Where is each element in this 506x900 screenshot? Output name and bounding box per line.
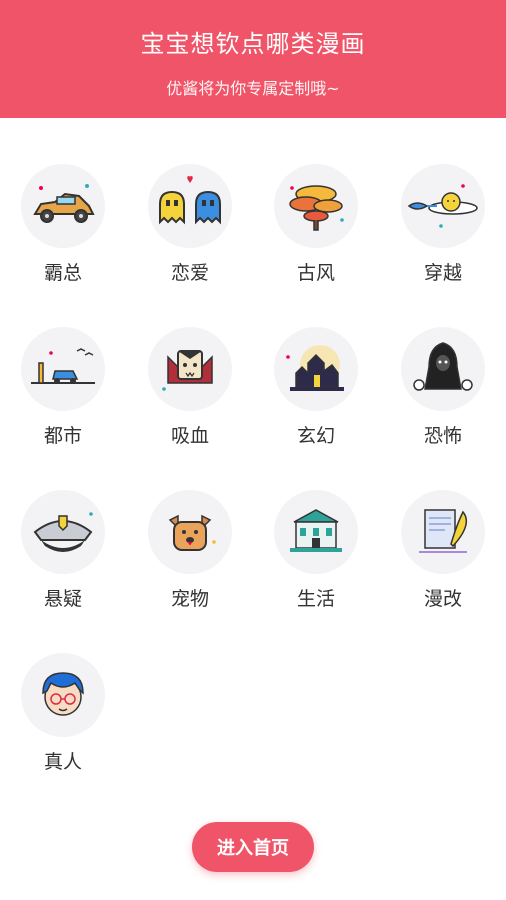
category-xuanyi[interactable]: 悬疑 [13,490,113,611]
haunted-castle-icon [274,327,358,411]
category-label: 悬疑 [43,588,82,610]
sports-car-icon [21,164,105,248]
city-car-icon [21,327,105,411]
category-mangai[interactable]: 漫改 [393,490,493,611]
police-cap-icon [21,490,105,574]
category-xuanhuan[interactable]: 玄幻 [266,327,366,448]
grim-reaper-icon [401,327,485,411]
category-label: 穿越 [423,262,462,284]
category-label: 古风 [296,262,335,284]
category-label: 宠物 [170,588,209,610]
category-zhenren[interactable]: 真人 [13,653,113,774]
category-label: 恐怖 [423,425,462,447]
category-shenghuo[interactable]: 生活 [266,490,366,611]
category-bazong[interactable]: 霸总 [13,164,113,285]
quill-paper-icon [401,490,485,574]
category-dushi[interactable]: 都市 [13,327,113,448]
category-label: 恋爱 [170,262,209,284]
category-label: 玄幻 [296,425,335,447]
category-chuanyue[interactable]: 穿越 [393,164,493,285]
category-label: 生活 [296,588,335,610]
enter-home-button[interactable]: 进入首页 [192,822,314,872]
ghost-couple-icon [148,164,232,248]
category-lianai[interactable]: 恋爱 [140,164,240,285]
category-label: 吸血 [170,425,209,447]
page-subtitle: 优酱将为你专属定制哦~ [166,79,340,98]
category-label: 真人 [43,751,82,773]
category-kongbu[interactable]: 恐怖 [393,327,493,448]
page-title: 宝宝想钦点哪类漫画 [140,30,366,58]
category-gufeng[interactable]: 古风 [266,164,366,285]
vampire-icon [148,327,232,411]
category-label: 都市 [43,425,82,447]
category-label: 霸总 [43,262,82,284]
category-xixue[interactable]: 吸血 [140,327,240,448]
comet-icon [401,164,485,248]
building-icon [274,490,358,574]
person-avatar-icon [21,653,105,737]
category-chongwu[interactable]: 宠物 [140,490,240,611]
ancient-tree-icon [274,164,358,248]
category-label: 漫改 [423,588,462,610]
pet-dog-icon [148,490,232,574]
header-banner: 宝宝想钦点哪类漫画 优酱将为你专属定制哦~ [0,0,506,118]
